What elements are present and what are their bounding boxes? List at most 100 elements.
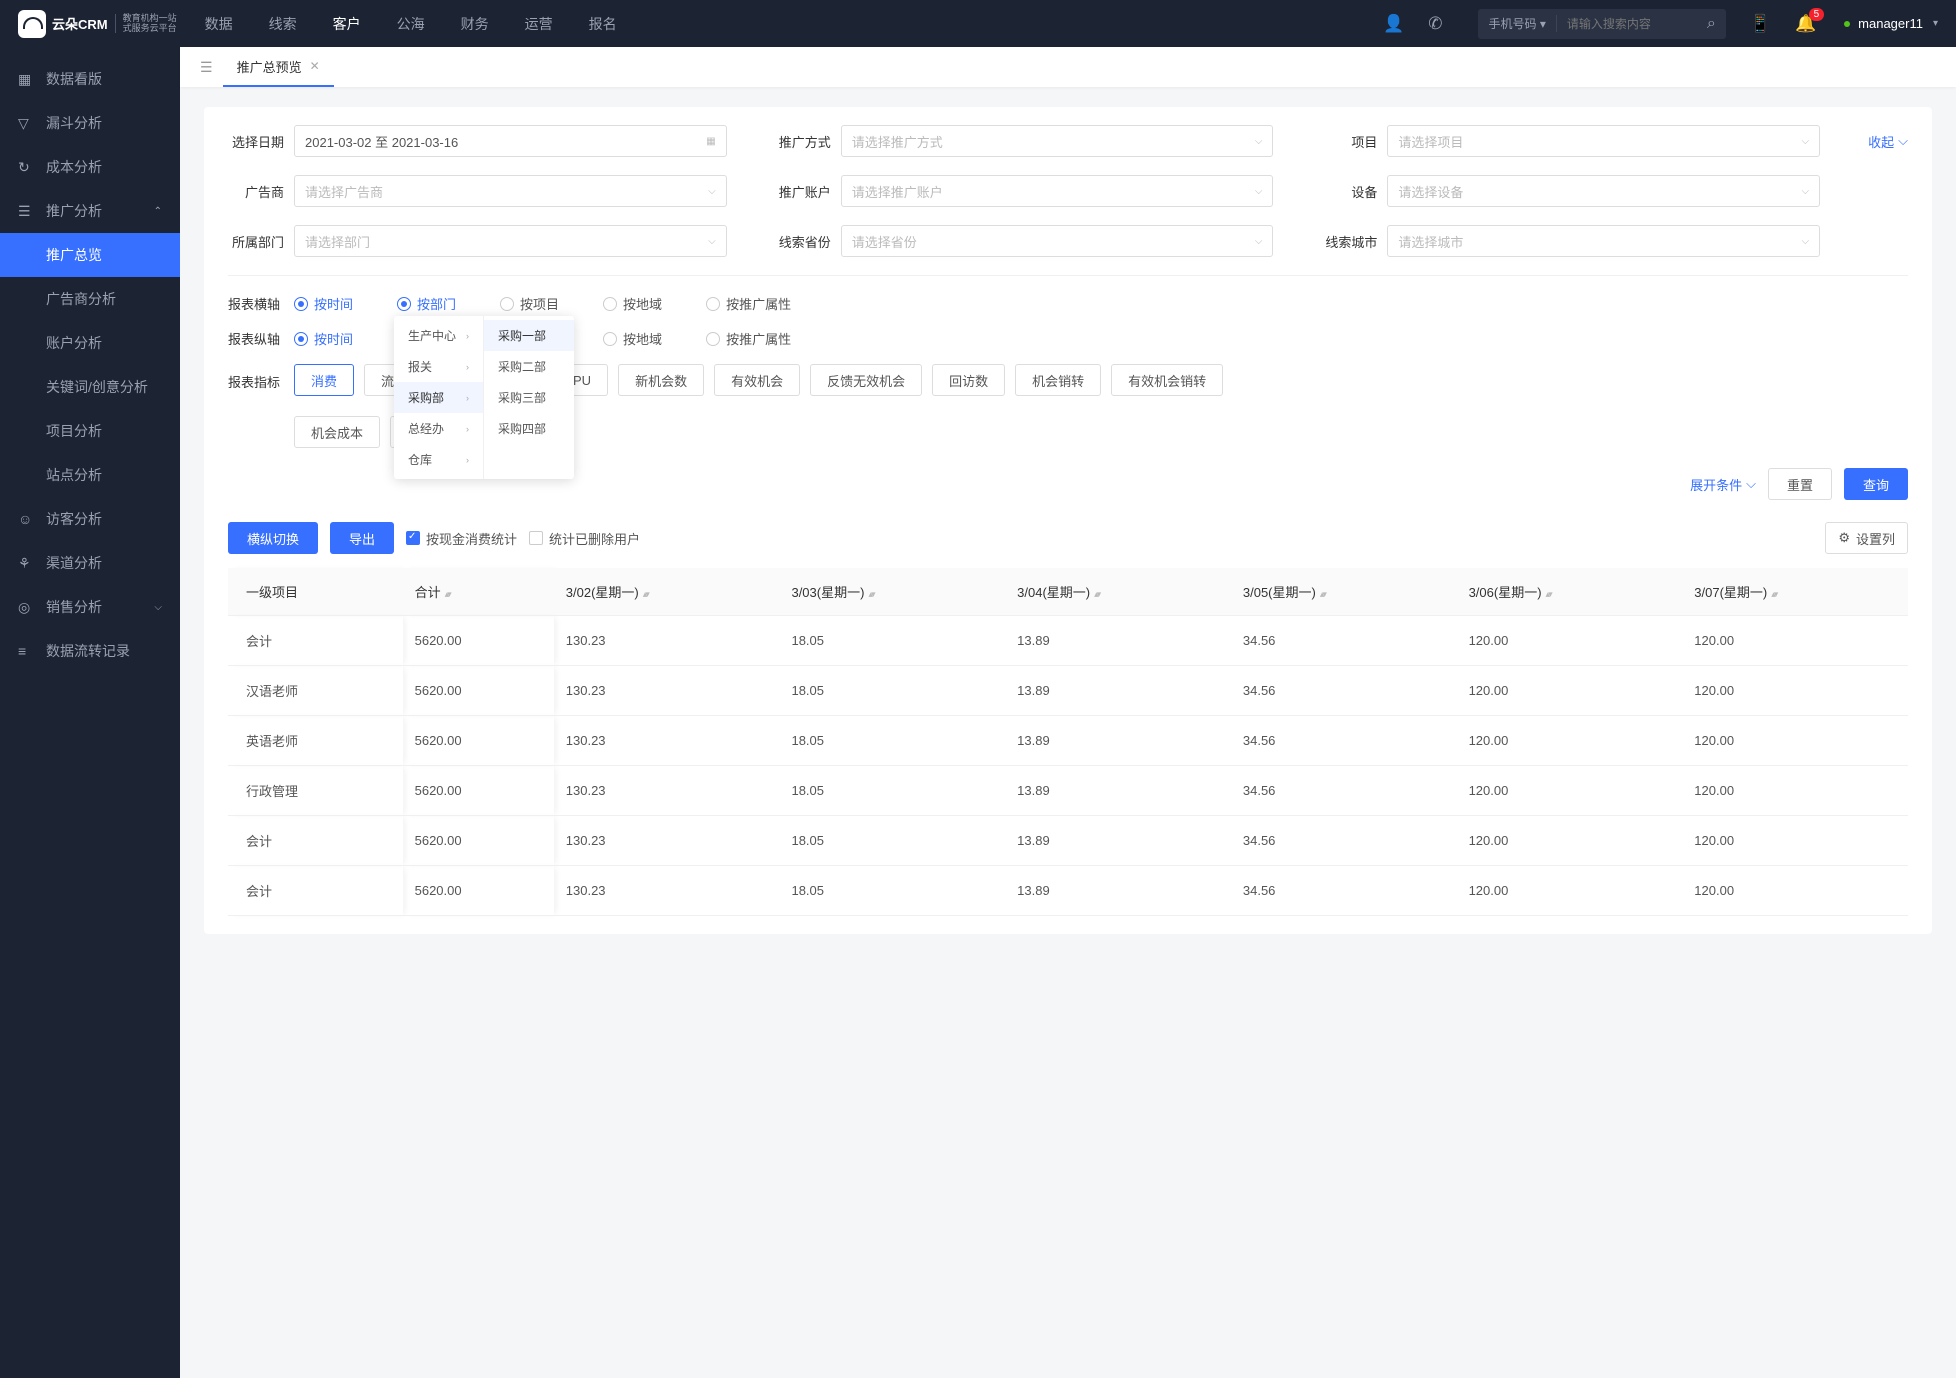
metric-button[interactable]: 回访数 [932,364,1005,396]
province-select[interactable]: 请选择省份⌵ [841,225,1274,257]
radio-option[interactable]: 按部门 [397,294,456,313]
sidebar-item[interactable]: ▦数据看版 [0,57,180,101]
close-icon[interactable]: ✕ [310,59,320,73]
city-select[interactable]: 请选择城市⌵ [1387,225,1820,257]
sidebar-item[interactable]: ≡数据流转记录 [0,629,180,673]
sidebar-subitem[interactable]: 推广总览 [0,233,180,277]
sidebar-item[interactable]: ◎销售分析⌵ [0,585,180,629]
dropdown-item[interactable]: 总经办› [394,413,483,444]
topnav-item[interactable]: 数据 [205,14,233,34]
radio-option[interactable]: 按项目 [500,294,559,313]
metric-button[interactable]: 机会销转 [1015,364,1101,396]
logo[interactable]: 云朵CRM 教育机构一站式服务云平台 [18,10,177,38]
filter-grid: 选择日期 2021-03-02 至 2021-03-16▦ 推广方式 请选择推广… [228,125,1908,257]
user-icon[interactable]: 👤 [1383,14,1404,34]
table-cell: 5620.00 [403,716,554,766]
topnav-item[interactable]: 客户 [333,14,361,34]
tab-collapse-icon[interactable]: ☰ [190,59,223,76]
topnav-item[interactable]: 公海 [397,14,425,34]
sidebar-subitem[interactable]: 关键词/创意分析 [0,365,180,409]
expand-conditions-link[interactable]: 展开条件⌵ [1690,475,1756,494]
table-header-cell[interactable]: 3/04(星期一)▴▾ [1005,568,1231,616]
logo-text: 云朵CRM [52,14,108,33]
dropdown-item[interactable]: 报关› [394,351,483,382]
dept-select[interactable]: 请选择部门⌵ [294,225,727,257]
table-cell: 5620.00 [403,616,554,666]
metric-button[interactable]: 反馈无效机会 [810,364,922,396]
dropdown-item[interactable]: 仓库› [394,444,483,475]
notification-badge: 5 [1809,8,1825,21]
metric-button[interactable]: 新机会数 [618,364,704,396]
table-header-cell[interactable]: 3/07(星期一)▴▾ [1682,568,1908,616]
topnav-item[interactable]: 线索 [269,14,297,34]
sidebar-item[interactable]: ☺访客分析 [0,497,180,541]
dropdown-item[interactable]: 采购二部 [484,351,574,382]
sidebar-item[interactable]: ⚘渠道分析 [0,541,180,585]
table-cell: 5620.00 [403,766,554,816]
dropdown-item[interactable]: 采购四部 [484,413,574,444]
table-cell: 120.00 [1457,716,1683,766]
dept-dropdown: 生产中心›报关›采购部›总经办›仓库› 采购一部采购二部采购三部采购四部 [394,316,574,479]
metric-button[interactable]: 消费 [294,364,354,396]
sidebar-item[interactable]: ▽漏斗分析 [0,101,180,145]
column-settings-button[interactable]: ⚙设置列 [1825,522,1908,554]
table-header-cell[interactable]: 合计▴▾ [403,568,554,616]
user-menu[interactable]: manager11 ▾ [1844,16,1938,31]
tab-active[interactable]: 推广总预览 ✕ [223,47,334,87]
topnav-item[interactable]: 财务 [461,14,489,34]
deleted-users-checkbox[interactable]: 统计已删除用户 [529,529,640,548]
sidebar-item[interactable]: ↻成本分析 [0,145,180,189]
export-button[interactable]: 导出 [330,522,394,554]
table-header-cell[interactable]: 一级项目 [228,568,403,616]
radio-option[interactable]: 按时间 [294,294,353,313]
search-icon[interactable]: ⌕ [1697,15,1726,33]
topnav-item[interactable]: 报名 [589,14,617,34]
table-header-cell[interactable]: 3/03(星期一)▴▾ [779,568,1005,616]
cash-stats-checkbox[interactable]: 按现金消费统计 [406,529,517,548]
table-header-cell[interactable]: 3/02(星期一)▴▾ [554,568,780,616]
radio-option[interactable]: 按推广属性 [706,329,791,348]
sidebar-icon: ▦ [18,71,34,88]
dropdown-item[interactable]: 生产中心› [394,320,483,351]
promo-account-select[interactable]: 请选择推广账户⌵ [841,175,1274,207]
radio-option[interactable]: 按推广属性 [706,294,791,313]
phone-icon[interactable]: ✆ [1428,14,1442,34]
sidebar-subitem[interactable]: 账户分析 [0,321,180,365]
sidebar-item[interactable]: ☰推广分析⌃ [0,189,180,233]
radio-option[interactable]: 按地域 [603,294,662,313]
notification-icon[interactable]: 🔔5 [1795,14,1816,34]
table-cell: 18.05 [779,816,1005,866]
sidebar-subitem[interactable]: 广告商分析 [0,277,180,321]
sidebar-subitem[interactable]: 项目分析 [0,409,180,453]
mobile-icon[interactable]: 📱 [1750,14,1771,34]
table-header: 一级项目合计▴▾3/02(星期一)▴▾3/03(星期一)▴▾3/04(星期一)▴… [228,568,1908,616]
topnav-item[interactable]: 运营 [525,14,553,34]
date-range-input[interactable]: 2021-03-02 至 2021-03-16▦ [294,125,727,157]
search-type-select[interactable]: 手机号码 ▾ [1478,15,1556,32]
radio-option[interactable]: 按地域 [603,329,662,348]
dropdown-item[interactable]: 采购三部 [484,382,574,413]
collapse-link[interactable]: 收起⌵ [1868,132,1908,151]
status-dot [1844,21,1850,27]
dropdown-item[interactable]: 采购一部 [484,320,574,351]
advertiser-select[interactable]: 请选择广告商⌵ [294,175,727,207]
project-select[interactable]: 请选择项目⌵ [1387,125,1820,157]
metric-button[interactable]: 有效机会 [714,364,800,396]
table-row: 会计5620.00130.2318.0513.8934.56120.00120.… [228,866,1908,916]
search-input[interactable] [1557,17,1697,31]
reset-button[interactable]: 重置 [1768,468,1832,500]
dropdown-item[interactable]: 采购部› [394,382,483,413]
switch-button[interactable]: 横纵切换 [228,522,318,554]
table-cell: 13.89 [1005,666,1231,716]
metric-button[interactable]: 有效机会销转 [1111,364,1223,396]
metric-button[interactable]: 机会成本 [294,416,380,448]
sidebar-subitem[interactable]: 站点分析 [0,453,180,497]
promo-method-select[interactable]: 请选择推广方式⌵ [841,125,1274,157]
table-header-cell[interactable]: 3/06(星期一)▴▾ [1457,568,1683,616]
device-select[interactable]: 请选择设备⌵ [1387,175,1820,207]
table-cell: 会计 [228,866,403,916]
table-header-cell[interactable]: 3/05(星期一)▴▾ [1231,568,1457,616]
query-button[interactable]: 查询 [1844,468,1908,500]
table-cell: 120.00 [1682,666,1908,716]
radio-option[interactable]: 按时间 [294,329,353,348]
